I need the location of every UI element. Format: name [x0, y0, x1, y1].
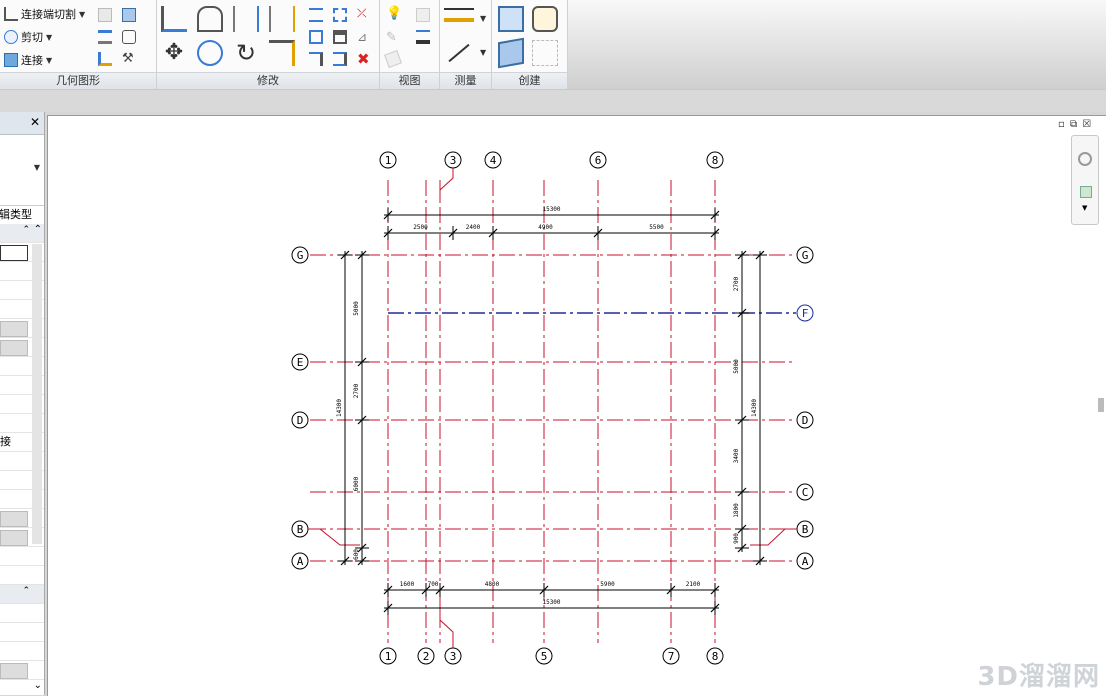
- property-row[interactable]: [0, 547, 44, 566]
- override-graphics-icon[interactable]: [416, 8, 430, 22]
- cut-label: 剪切: [21, 31, 43, 44]
- type-selector[interactable]: ▼: [0, 135, 44, 206]
- create-assembly-icon[interactable]: [498, 37, 524, 69]
- zoom-icon[interactable]: [1080, 186, 1092, 198]
- split-face-icon[interactable]: [122, 30, 136, 44]
- property-row[interactable]: [0, 623, 44, 642]
- cube-icon[interactable]: [122, 8, 136, 22]
- scale-icon[interactable]: [333, 30, 347, 44]
- properties-palette: ✕ ▼ 编辑类型 ⌃⌃ 接 ⌃ ⌄: [0, 112, 45, 695]
- geometry-panel: 连接端切割 ▼ 剪切 ▼ 连接 ▼ ⚒ 几何图形: [0, 0, 157, 89]
- cut-button[interactable]: 剪切 ▼: [4, 29, 52, 45]
- properties-group-header[interactable]: ⌃ ⌃: [0, 224, 44, 243]
- move-icon[interactable]: ✥: [161, 40, 187, 66]
- measure-panel: ▼ ▼ 测量: [440, 0, 492, 89]
- linework-icon[interactable]: ✎: [386, 30, 400, 45]
- pin-icon[interactable]: ⊿: [357, 30, 371, 44]
- mirror-draw-icon[interactable]: [269, 6, 295, 32]
- properties-scrollbar[interactable]: [32, 244, 42, 544]
- join-label: 连接: [21, 54, 43, 67]
- mirror-axis-icon[interactable]: [233, 6, 259, 32]
- property-row[interactable]: [0, 566, 44, 585]
- navigation-bar: ▼: [1071, 135, 1099, 225]
- array-icon[interactable]: [309, 30, 323, 44]
- collapse-icon[interactable]: ⌃: [22, 586, 30, 596]
- properties-header: ✕: [0, 112, 44, 135]
- canvas-scrollbar-thumb[interactable]: [1098, 398, 1104, 412]
- collapse-icon[interactable]: ⌃: [22, 225, 30, 235]
- split-icon[interactable]: [309, 8, 323, 22]
- chevron-down-icon[interactable]: ▼: [46, 56, 52, 65]
- measure-between-icon[interactable]: [444, 8, 474, 22]
- create-panel-title: 创建: [492, 72, 567, 89]
- create-panel: 创建: [492, 0, 568, 89]
- join-icon: [4, 53, 18, 67]
- gap-split-icon[interactable]: [333, 8, 347, 22]
- property-row[interactable]: [0, 604, 44, 623]
- join-property-label: 接: [0, 435, 11, 448]
- property-row[interactable]: [0, 642, 44, 661]
- join-cut-label: 连接端切割: [21, 8, 76, 21]
- cut-icon: [4, 30, 18, 44]
- create-parts-icon[interactable]: [498, 6, 524, 32]
- ribbon: 连接端切割 ▼ 剪切 ▼ 连接 ▼ ⚒ 几何图形 ✥ ↻ ⤫ ⊿ ✖ 修改 💡 …: [0, 0, 1106, 90]
- modify-panel: ✥ ↻ ⤫ ⊿ ✖ 修改: [157, 0, 380, 89]
- property-button[interactable]: [0, 511, 28, 527]
- aligned-dimension-icon[interactable]: [448, 43, 470, 63]
- measure-panel-title: 测量: [440, 72, 491, 89]
- property-button[interactable]: [0, 530, 28, 546]
- join-button[interactable]: 连接 ▼: [4, 52, 52, 68]
- close-icon[interactable]: ✕: [30, 115, 40, 129]
- chevron-down-icon[interactable]: ▼: [34, 163, 40, 172]
- extend-multiple-icon[interactable]: [333, 52, 347, 66]
- offset-icon[interactable]: [197, 6, 223, 32]
- steering-wheel-icon[interactable]: [1078, 152, 1092, 166]
- geometry-panel-title: 几何图形: [0, 72, 156, 89]
- paint-icon[interactable]: [98, 52, 112, 66]
- edit-type-button[interactable]: 编辑类型: [0, 206, 44, 224]
- extend-single-icon[interactable]: [309, 52, 323, 66]
- watermark-logo: 3D溜溜网: [977, 662, 1100, 692]
- ribbon-empty-area: [568, 0, 1106, 89]
- copy-icon[interactable]: [98, 8, 112, 22]
- line-weight-icon[interactable]: [416, 30, 430, 44]
- chevron-down-icon[interactable]: ▼: [1082, 204, 1087, 212]
- create-group-icon[interactable]: [532, 6, 558, 32]
- property-button[interactable]: [0, 340, 28, 356]
- view-window-controls[interactable]: ▫ ⧉ ☒: [1058, 119, 1092, 130]
- rotate-icon[interactable]: ↻: [233, 40, 259, 66]
- align-tool-icon[interactable]: [161, 6, 187, 32]
- hammer-icon[interactable]: ⚒: [122, 52, 136, 66]
- view-panel: 💡 ✎ 视图: [380, 0, 440, 89]
- chevron-down-icon[interactable]: ▼: [480, 14, 486, 23]
- properties-group-header[interactable]: ⌃: [0, 585, 44, 604]
- property-input[interactable]: [0, 245, 28, 261]
- property-row[interactable]: [0, 661, 44, 680]
- trim-icon[interactable]: [269, 40, 295, 66]
- drawing-area[interactable]: [47, 115, 1106, 696]
- scroll-down-icon[interactable]: ⌄: [34, 680, 42, 691]
- view-panel-title: 视图: [380, 72, 439, 89]
- chevron-down-icon[interactable]: ▼: [79, 10, 85, 19]
- chevron-down-icon[interactable]: ▼: [46, 33, 52, 42]
- modify-panel-title: 修改: [157, 72, 379, 89]
- property-button[interactable]: [0, 321, 28, 337]
- lightbulb-icon[interactable]: 💡: [386, 6, 402, 21]
- scroll-up-icon[interactable]: ⌃: [34, 224, 42, 235]
- delete-icon[interactable]: ✖: [357, 50, 371, 68]
- copy-tool-icon[interactable]: [197, 40, 223, 66]
- similar-icon[interactable]: [532, 40, 558, 66]
- options-bar: [0, 90, 1106, 112]
- join-cut-icon: [4, 7, 18, 21]
- eraser-icon[interactable]: [384, 50, 402, 68]
- unpin-icon[interactable]: ⤫: [357, 6, 371, 20]
- align-icon[interactable]: [98, 30, 112, 44]
- chevron-down-icon[interactable]: ▼: [480, 48, 486, 57]
- property-button[interactable]: [0, 663, 28, 679]
- join-cut-button[interactable]: 连接端切割 ▼: [4, 6, 85, 22]
